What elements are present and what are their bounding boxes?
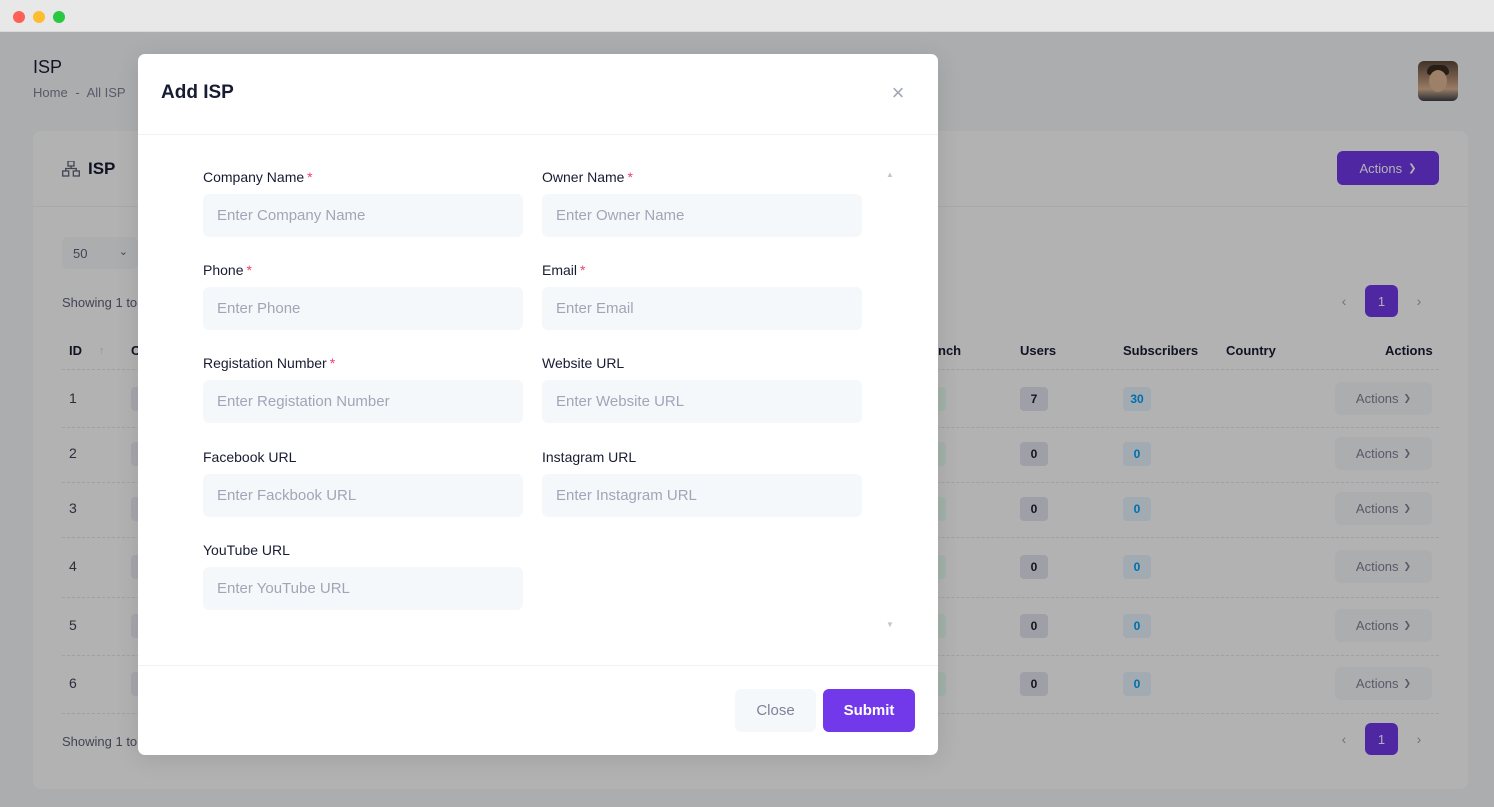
phone-input[interactable]	[203, 287, 523, 330]
required-marker: *	[627, 169, 633, 185]
close-button[interactable]: Close	[735, 689, 816, 732]
website-url-field: Website URL	[542, 355, 862, 423]
submit-button[interactable]: Submit	[823, 689, 915, 732]
required-marker: *	[329, 355, 336, 371]
facebook-url-field: Facebook URL	[203, 449, 523, 517]
youtube-url-field: YouTube URL	[203, 542, 523, 610]
modal-header: Add ISP ×	[138, 54, 938, 135]
youtube-url-label: YouTube URL	[203, 542, 290, 558]
window-minimize-dot[interactable]	[33, 11, 45, 23]
window-titlebar	[0, 0, 1494, 32]
registration-number-input[interactable]	[203, 380, 523, 423]
owner-name-label: Owner Name *	[542, 169, 633, 185]
youtube-url-input[interactable]	[203, 567, 523, 610]
required-marker: *	[580, 262, 586, 278]
company-name-field: Company Name *	[203, 169, 523, 237]
modal-footer: Close Submit	[138, 665, 938, 755]
owner-name-input[interactable]	[542, 194, 862, 237]
window-maximize-dot[interactable]	[53, 11, 65, 23]
registration-number-label: Registation Number *	[203, 355, 336, 371]
phone-label: Phone *	[203, 262, 252, 278]
instagram-url-label: Instagram URL	[542, 449, 637, 465]
required-marker: *	[246, 262, 252, 278]
instagram-url-field: Instagram URL	[542, 449, 862, 517]
facebook-url-input[interactable]	[203, 474, 523, 517]
website-url-label: Website URL	[542, 355, 625, 371]
website-url-input[interactable]	[542, 380, 862, 423]
instagram-url-input[interactable]	[542, 474, 862, 517]
email-input[interactable]	[542, 287, 862, 330]
email-field: Email *	[542, 262, 862, 330]
registration-number-field: Registation Number *	[203, 355, 523, 423]
company-name-label: Company Name *	[203, 169, 313, 185]
modal-title: Add ISP	[161, 82, 234, 103]
add-isp-modal: Add ISP × ▲ Company Name* Owner Name* Ph…	[138, 54, 938, 755]
scroll-up-arrow[interactable]: ▲	[886, 170, 894, 179]
company-name-input[interactable]	[203, 194, 523, 237]
phone-field: Phone *	[203, 262, 523, 330]
owner-name-field: Owner Name *	[542, 169, 862, 237]
scroll-down-arrow[interactable]: ▼	[886, 620, 894, 629]
window-close-dot[interactable]	[13, 11, 25, 23]
close-icon[interactable]: ×	[889, 82, 907, 104]
required-marker: *	[307, 169, 313, 185]
facebook-url-label: Facebook URL	[203, 449, 297, 465]
email-label: Email *	[542, 262, 586, 278]
